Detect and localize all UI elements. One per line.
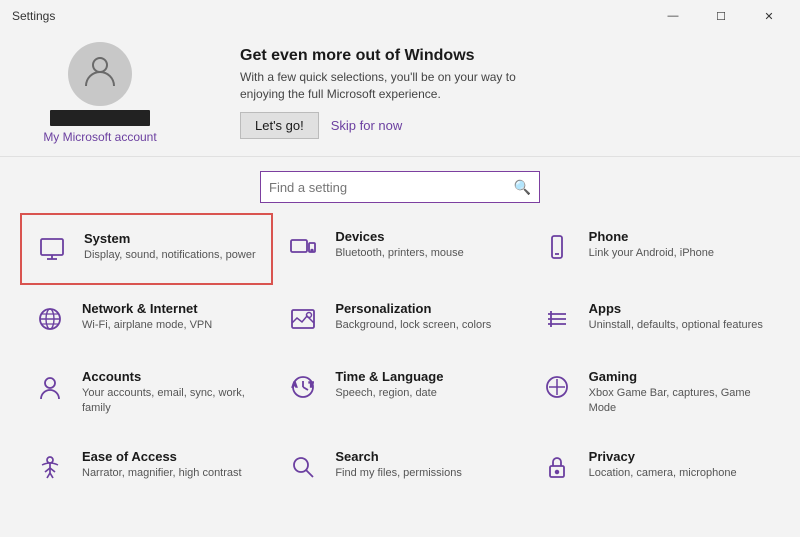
settings-item-desc-time: Speech, region, date: [335, 386, 443, 401]
settings-item-desc-privacy: Location, camera, microphone: [589, 466, 737, 481]
skip-button[interactable]: Skip for now: [331, 118, 403, 133]
search-icon: [285, 449, 321, 485]
settings-item-title-gaming: Gaming: [589, 369, 768, 384]
search-container: 🔍: [0, 157, 800, 213]
settings-item-time[interactable]: A T Time & Language Speech, region, date: [273, 353, 526, 433]
settings-item-desc-phone: Link your Android, iPhone: [589, 246, 714, 261]
settings-item-title-apps: Apps: [589, 301, 763, 316]
letsgo-button[interactable]: Let's go!: [240, 112, 319, 139]
system-icon: [34, 231, 70, 267]
settings-item-title-phone: Phone: [589, 229, 714, 244]
header-banner: My Microsoft account Get even more out o…: [0, 32, 800, 157]
settings-item-title-system: System: [84, 231, 256, 246]
settings-item-title-accounts: Accounts: [82, 369, 261, 384]
settings-item-title-time: Time & Language: [335, 369, 443, 384]
settings-item-desc-personalization: Background, lock screen, colors: [335, 318, 491, 333]
settings-item-network[interactable]: Network & Internet Wi-Fi, airplane mode, …: [20, 285, 273, 353]
settings-item-devices[interactable]: Devices Bluetooth, printers, mouse: [273, 213, 526, 285]
settings-item-desc-gaming: Xbox Game Bar, captures, Game Mode: [589, 386, 768, 417]
network-icon: [32, 301, 68, 337]
user-section: My Microsoft account: [20, 42, 180, 144]
account-name-redacted: [50, 110, 150, 126]
phone-icon: [539, 229, 575, 265]
svg-text:A: A: [292, 382, 297, 389]
gaming-icon: [539, 369, 575, 405]
settings-item-phone[interactable]: Phone Link your Android, iPhone: [527, 213, 780, 285]
search-icon: 🔍: [514, 179, 531, 196]
settings-item-title-privacy: Privacy: [589, 449, 737, 464]
minimize-button[interactable]: —: [650, 1, 696, 31]
settings-item-desc-system: Display, sound, notifications, power: [84, 248, 256, 263]
settings-item-desc-devices: Bluetooth, printers, mouse: [335, 246, 463, 261]
settings-item-title-network: Network & Internet: [82, 301, 212, 316]
ms-account-link[interactable]: My Microsoft account: [43, 130, 156, 144]
settings-item-accounts[interactable]: Accounts Your accounts, email, sync, work…: [20, 353, 273, 433]
settings-item-title-personalization: Personalization: [335, 301, 491, 316]
promo-desc: With a few quick selections, you'll be o…: [240, 69, 560, 103]
settings-item-desc-network: Wi-Fi, airplane mode, VPN: [82, 318, 212, 333]
privacy-icon: [539, 449, 575, 485]
settings-item-personalization[interactable]: Personalization Background, lock screen, …: [273, 285, 526, 353]
promo-section: Get even more out of Windows With a few …: [180, 47, 780, 140]
settings-item-desc-search: Find my files, permissions: [335, 466, 462, 481]
promo-actions: Let's go! Skip for now: [240, 112, 780, 139]
settings-item-gaming[interactable]: Gaming Xbox Game Bar, captures, Game Mode: [527, 353, 780, 433]
devices-icon: [285, 229, 321, 265]
search-input[interactable]: [269, 180, 514, 195]
app-title: Settings: [12, 9, 55, 23]
settings-item-system[interactable]: System Display, sound, notifications, pow…: [20, 213, 273, 285]
settings-item-desc-accounts: Your accounts, email, sync, work, family: [82, 386, 261, 417]
settings-item-search[interactable]: Search Find my files, permissions: [273, 433, 526, 501]
accounts-icon: [32, 369, 68, 405]
settings-item-title-ease: Ease of Access: [82, 449, 242, 464]
maximize-button[interactable]: ☐: [698, 1, 744, 31]
time-icon: A T: [285, 369, 321, 405]
ease-icon: [32, 449, 68, 485]
settings-item-apps[interactable]: Apps Uninstall, defaults, optional featur…: [527, 285, 780, 353]
window-controls: — ☐ ✕: [650, 1, 792, 31]
settings-item-title-search: Search: [335, 449, 462, 464]
settings-item-desc-ease: Narrator, magnifier, high contrast: [82, 466, 242, 481]
settings-item-ease[interactable]: Ease of Access Narrator, magnifier, high …: [20, 433, 273, 501]
personalization-icon: [285, 301, 321, 337]
svg-text:T: T: [309, 382, 314, 389]
settings-item-privacy[interactable]: Privacy Location, camera, microphone: [527, 433, 780, 501]
avatar: [68, 42, 132, 106]
settings-item-desc-apps: Uninstall, defaults, optional features: [589, 318, 763, 333]
search-box: 🔍: [260, 171, 540, 203]
settings-item-title-devices: Devices: [335, 229, 463, 244]
promo-title: Get even more out of Windows: [240, 47, 780, 65]
close-button[interactable]: ✕: [746, 1, 792, 31]
settings-grid: System Display, sound, notifications, pow…: [0, 213, 800, 501]
user-icon: [82, 52, 118, 96]
apps-icon: [539, 301, 575, 337]
titlebar: Settings — ☐ ✕: [0, 0, 800, 32]
